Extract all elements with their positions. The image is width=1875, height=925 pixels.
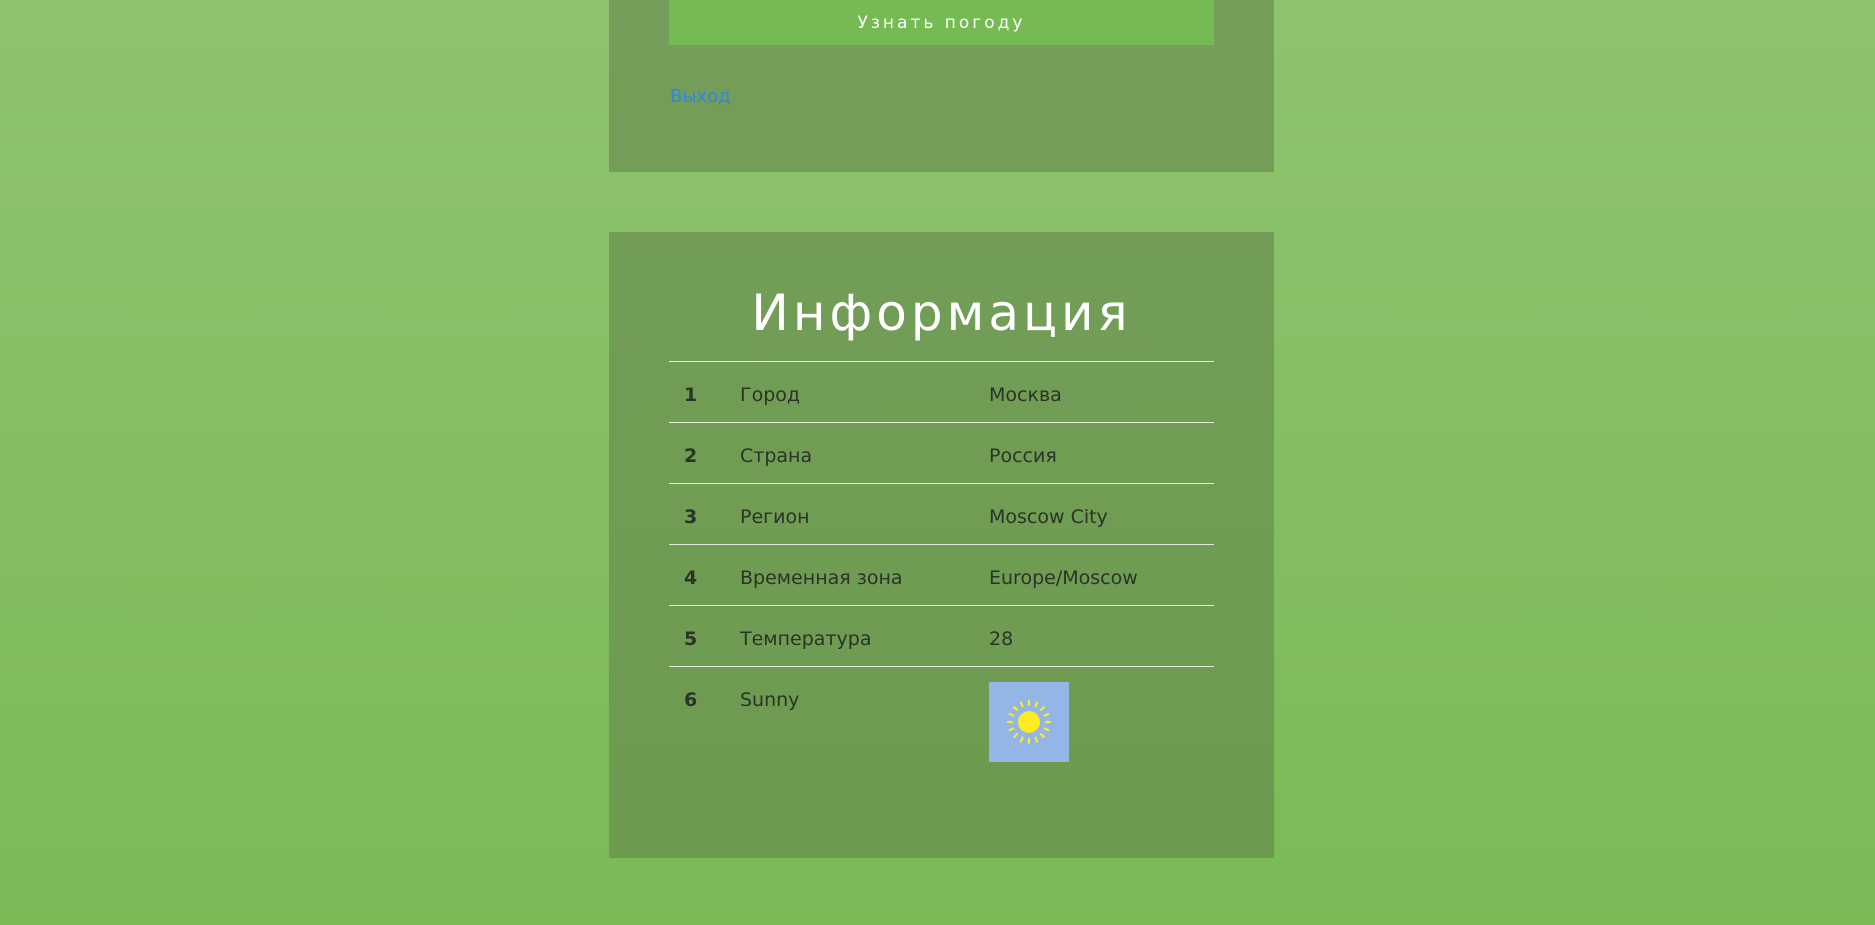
row-key: Временная зона <box>739 544 988 606</box>
row-key: Город <box>739 361 988 423</box>
row-key: Регион <box>739 483 988 545</box>
row-number: 5 <box>669 605 739 667</box>
table-row: 1 Город Москва <box>669 361 1214 423</box>
row-number: 1 <box>669 361 739 423</box>
info-panel: Информация 1 Город Москва 2 Страна Росси… <box>609 232 1274 858</box>
row-value: Moscow City <box>988 483 1214 545</box>
row-number: 6 <box>669 666 739 789</box>
sun-icon <box>989 682 1069 762</box>
info-title: Информация <box>751 284 1132 342</box>
row-key: Температура <box>739 605 988 667</box>
get-weather-button[interactable]: Узнать погоду <box>669 0 1214 45</box>
row-key: Sunny <box>739 666 988 789</box>
logout-link[interactable]: Выход <box>670 86 731 107</box>
row-value: Россия <box>988 422 1214 484</box>
row-value <box>988 666 1214 789</box>
table-row: 3 Регион Moscow City <box>669 483 1214 545</box>
row-number: 3 <box>669 483 739 545</box>
row-value: Москва <box>988 361 1214 423</box>
row-value: 28 <box>988 605 1214 667</box>
table-row: 4 Временная зона Europe/Moscow <box>669 544 1214 606</box>
row-number: 2 <box>669 422 739 484</box>
table-row: 6 Sunny <box>669 666 1214 789</box>
row-key: Страна <box>739 422 988 484</box>
row-number: 4 <box>669 544 739 606</box>
table-row: 5 Температура 28 <box>669 605 1214 667</box>
weather-form-panel: Узнать погоду Выход <box>609 0 1274 172</box>
info-table: 1 Город Москва 2 Страна Россия 3 Регион … <box>669 361 1214 789</box>
row-value: Europe/Moscow <box>988 544 1214 606</box>
table-row: 2 Страна Россия <box>669 422 1214 484</box>
